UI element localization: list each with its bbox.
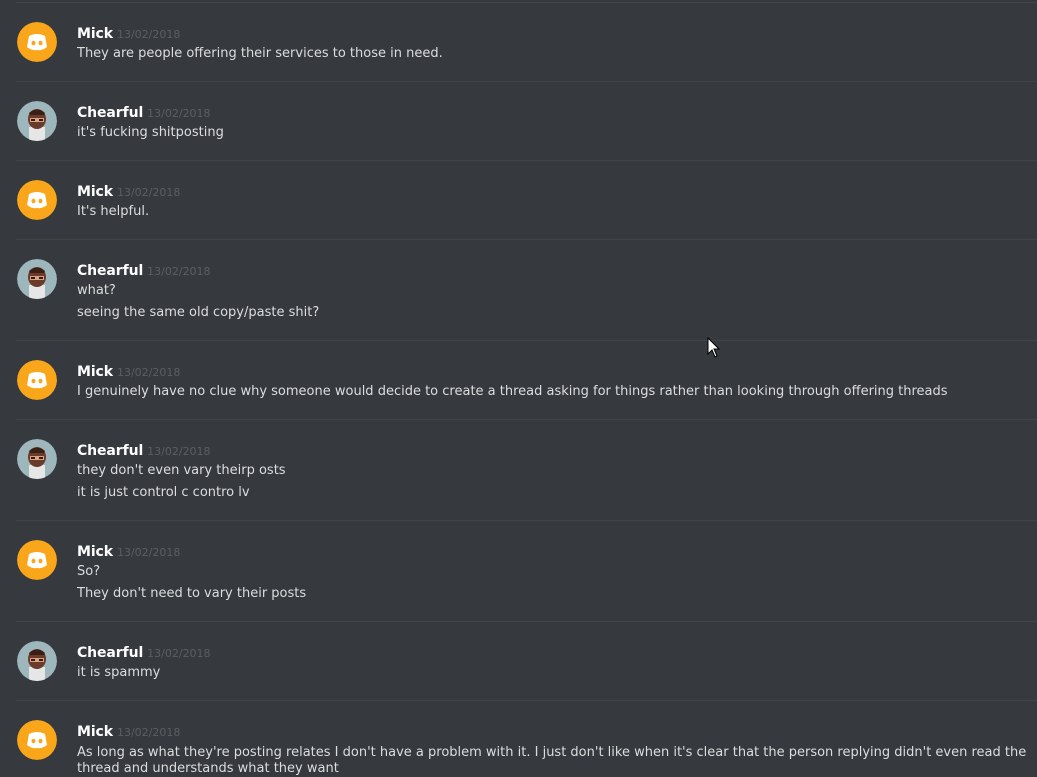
discord-logo-icon — [17, 180, 57, 220]
author-name[interactable]: Mick — [77, 544, 113, 560]
message-text: they don't even vary theirp osts — [77, 463, 286, 478]
avatar[interactable] — [17, 22, 57, 62]
timestamp: 13/02/2018 — [147, 647, 211, 660]
message-item: Chearful 13/02/2018 what? seeing the same… — [16, 239, 1037, 341]
mouse-cursor-icon — [707, 337, 721, 358]
message-header: Mick 13/02/2018 — [77, 181, 180, 200]
author-name[interactable]: Mick — [77, 26, 113, 42]
avatar[interactable] — [17, 720, 57, 760]
timestamp: 13/02/2018 — [116, 186, 181, 199]
user-avatar-icon — [17, 641, 57, 681]
author-name[interactable]: Chearful — [77, 645, 143, 661]
message-item: Mick 13/02/2018 So? They don't need to va… — [16, 520, 1037, 622]
message-text: So? — [77, 564, 101, 579]
message-text: I genuinely have no clue why someone wou… — [77, 384, 948, 399]
message-header: Chearful 13/02/2018 — [77, 260, 211, 279]
avatar[interactable] — [17, 641, 57, 681]
user-avatar-icon — [17, 259, 57, 299]
message-text: what? — [77, 283, 116, 298]
user-avatar-icon — [17, 101, 57, 141]
author-name[interactable]: Chearful — [77, 105, 143, 121]
message-text: They don't need to vary their posts — [77, 586, 307, 601]
chat-message-list[interactable]: Mick 13/02/2018 They are people offering … — [0, 0, 1037, 777]
message-item: Chearful 13/02/2018 it's fucking shitpost… — [16, 81, 1037, 161]
message-header: Mick 13/02/2018 — [77, 721, 180, 740]
discord-logo-icon — [17, 720, 57, 760]
discord-logo-icon — [17, 360, 57, 400]
message-text: it is just control c contro lv — [77, 485, 250, 500]
author-name[interactable]: Chearful — [77, 443, 143, 459]
avatar[interactable] — [17, 360, 57, 400]
avatar[interactable] — [17, 540, 57, 580]
message-item: Mick 13/02/2018 As long as what they're p… — [16, 700, 1037, 777]
message-text: seeing the same old copy/paste shit? — [77, 305, 320, 320]
timestamp: 13/02/2018 — [116, 726, 181, 739]
discord-logo-icon — [17, 22, 57, 62]
message-text: They are people offering their services … — [77, 46, 443, 61]
avatar[interactable] — [17, 259, 57, 299]
message-item: Mick 13/02/2018 They are people offering … — [16, 2, 1037, 82]
message-text: It's helpful. — [77, 204, 150, 219]
user-avatar-icon — [17, 439, 57, 479]
discord-logo-icon — [17, 540, 57, 580]
message-item: Chearful 13/02/2018 they don't even vary … — [16, 419, 1037, 521]
timestamp: 13/02/2018 — [116, 546, 181, 559]
message-header: Mick 13/02/2018 — [77, 361, 180, 380]
message-text: As long as what they're posting relates … — [77, 745, 1027, 776]
timestamp: 13/02/2018 — [147, 265, 211, 278]
message-header: Chearful 13/02/2018 — [77, 440, 211, 459]
message-item: Chearful 13/02/2018 it is spammy — [16, 621, 1037, 701]
message-header: Chearful 13/02/2018 — [77, 642, 211, 661]
timestamp: 13/02/2018 — [116, 366, 181, 379]
message-header: Mick 13/02/2018 — [77, 541, 180, 560]
timestamp: 13/02/2018 — [147, 107, 211, 120]
message-text: it is spammy — [77, 665, 161, 680]
avatar[interactable] — [17, 180, 57, 220]
timestamp: 13/02/2018 — [116, 28, 181, 41]
message-header: Chearful 13/02/2018 — [77, 102, 211, 121]
author-name[interactable]: Mick — [77, 724, 113, 740]
message-header: Mick 13/02/2018 — [77, 23, 180, 42]
author-name[interactable]: Chearful — [77, 263, 143, 279]
timestamp: 13/02/2018 — [147, 445, 211, 458]
message-item: Mick 13/02/2018 It's helpful. — [16, 160, 1037, 240]
message-item: Mick 13/02/2018 I genuinely have no clue … — [16, 340, 1037, 420]
avatar[interactable] — [17, 439, 57, 479]
author-name[interactable]: Mick — [77, 184, 113, 200]
message-text: it's fucking shitposting — [77, 125, 224, 140]
avatar[interactable] — [17, 101, 57, 141]
author-name[interactable]: Mick — [77, 364, 113, 380]
